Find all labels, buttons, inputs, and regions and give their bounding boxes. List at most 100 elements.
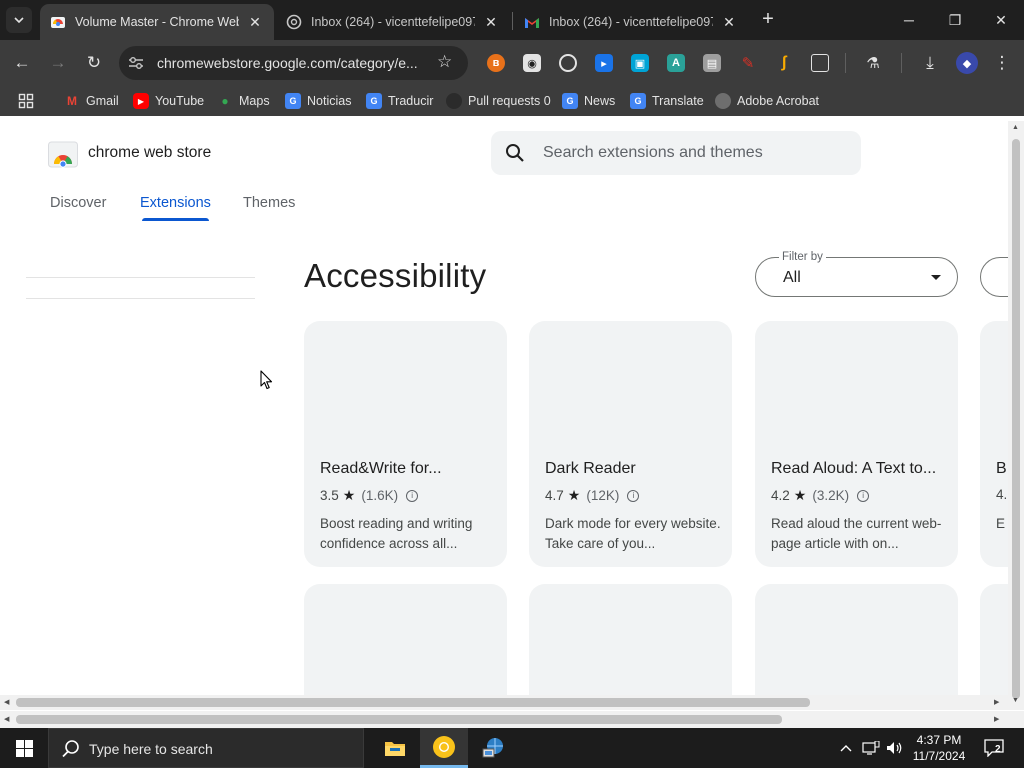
bookmark-translate[interactable]: G Translate: [630, 92, 704, 110]
tab-inbox-2[interactable]: Inbox (264) - vicenttefelipe0976 ✕: [514, 4, 748, 40]
nav-tab-extensions[interactable]: Extensions: [140, 195, 211, 211]
extension-rating: 3.5 ★ (1.6K) i: [320, 487, 419, 504]
scroll-right-arrow-icon[interactable]: ▶: [994, 698, 999, 706]
extension-a-icon[interactable]: A: [667, 54, 685, 72]
download-icon[interactable]: ⤓: [918, 51, 942, 75]
bookmark-star-icon[interactable]: ☆: [437, 52, 452, 72]
clock-date: 11/7/2024: [912, 749, 966, 763]
network-app-button[interactable]: [469, 728, 517, 768]
scroll-left-arrow-icon[interactable]: ◀: [4, 698, 9, 706]
bookmark-news[interactable]: G News: [562, 92, 615, 110]
apps-grid-icon[interactable]: [18, 92, 34, 110]
vertical-scrollbar[interactable]: ▲ ▼: [1008, 121, 1024, 710]
forward-button[interactable]: →: [46, 51, 70, 75]
bookmark-youtube[interactable]: ▶ YouTube: [133, 92, 204, 110]
nav-tab-discover[interactable]: Discover: [50, 195, 106, 211]
extension-rating: 4.2 ★ (3.2K) i: [771, 487, 870, 504]
back-button[interactable]: ←: [10, 51, 34, 75]
extension-description: E ex: [996, 516, 1008, 531]
notification-center-button[interactable]: 2: [980, 728, 1008, 768]
extension-acrobat-icon[interactable]: ✎: [739, 54, 757, 72]
minimize-button[interactable]: ─: [886, 0, 932, 40]
info-icon[interactable]: i: [627, 489, 640, 502]
taskbar-search-box[interactable]: Type here to search: [48, 728, 364, 768]
file-explorer-button[interactable]: [371, 728, 419, 768]
new-tab-button[interactable]: +: [757, 9, 779, 31]
extension-card-read-aloud[interactable]: Read Aloud: A Text to... 4.2 ★ (3.2K) i …: [755, 321, 958, 567]
network-status-icon[interactable]: [860, 728, 882, 768]
show-hidden-icons-chevron-icon[interactable]: [838, 728, 854, 768]
labs-flask-icon[interactable]: ⚗: [864, 54, 882, 72]
folder-icon: [385, 742, 405, 756]
window-horizontal-scroll-thumb[interactable]: [16, 715, 782, 724]
search-icon: [506, 144, 524, 162]
extension-square-icon[interactable]: ▣: [631, 54, 649, 72]
chevron-down-icon: [14, 17, 24, 24]
extension-card-partial[interactable]: B 4. E ex: [980, 321, 1008, 567]
bookmark-traducir[interactable]: G Traducir: [366, 92, 433, 110]
windows-taskbar: Type here to search 4:37 PM 11/7/2024 2: [0, 728, 1024, 768]
profile-avatar[interactable]: ◆: [956, 52, 978, 74]
extension-stack-icon[interactable]: ▤: [703, 54, 721, 72]
tab-close-icon[interactable]: ✕: [481, 12, 501, 32]
chrome-taskbar-button[interactable]: [420, 728, 468, 768]
system-clock[interactable]: 4:37 PM 11/7/2024: [906, 732, 972, 764]
extension-face-icon[interactable]: ◉: [523, 54, 541, 72]
nav-tab-themes[interactable]: Themes: [243, 195, 295, 211]
extension-card-placeholder[interactable]: [529, 584, 732, 695]
menu-icon[interactable]: ⋮: [990, 51, 1014, 75]
info-icon[interactable]: i: [406, 489, 419, 502]
start-button[interactable]: [0, 728, 48, 768]
bookmark-adobe-acrobat[interactable]: Adobe Acrobat: [715, 92, 819, 110]
site-settings-icon[interactable]: [128, 55, 144, 71]
bookmark-gmail[interactable]: M Gmail: [64, 92, 119, 110]
store-brand-name[interactable]: chrome web store: [88, 144, 211, 162]
extensions-puzzle-icon[interactable]: [811, 54, 829, 72]
extension-yellow-icon[interactable]: ʃ: [775, 54, 793, 72]
bookmark-pull-requests[interactable]: Pull requests 0: [446, 92, 551, 110]
scroll-up-arrow-icon[interactable]: ▲: [1012, 124, 1019, 131]
page-horizontal-scroll-thumb[interactable]: [16, 698, 810, 707]
scroll-right-arrow-icon[interactable]: ▶: [994, 715, 999, 723]
gmail-icon: [524, 14, 540, 30]
tab-volume-master[interactable]: Volume Master - Chrome Web ✕: [40, 4, 274, 40]
extension-card-placeholder[interactable]: [980, 584, 1008, 695]
extension-speed-icon[interactable]: [559, 54, 577, 72]
volume-icon[interactable]: [884, 728, 906, 768]
tab-inbox-1[interactable]: Inbox (264) - vicenttefelipe0976 ✕: [276, 4, 510, 40]
restore-button[interactable]: ❐: [932, 0, 978, 40]
tab-close-icon[interactable]: ✕: [719, 12, 739, 32]
extension-orange-icon[interactable]: ʙ: [487, 54, 505, 72]
store-search-box[interactable]: Search extensions and themes: [491, 131, 861, 175]
tab-search-button[interactable]: [6, 7, 32, 33]
extension-card-placeholder[interactable]: [304, 584, 507, 695]
vertical-scroll-thumb[interactable]: [1012, 139, 1020, 699]
extension-card-dark-reader[interactable]: Dark Reader 4.7 ★ (12K) i Dark mode for …: [529, 321, 732, 567]
active-tab-indicator: [142, 218, 209, 221]
google-translate-icon: G: [366, 93, 382, 109]
address-bar[interactable]: chromewebstore.google.com/category/e... …: [119, 46, 468, 80]
google-news-icon: G: [285, 93, 301, 109]
google-news-icon: G: [562, 93, 578, 109]
close-window-button[interactable]: ✕: [978, 0, 1024, 40]
url-text[interactable]: chromewebstore.google.com/category/e...: [157, 55, 422, 71]
rating-value: 4.: [996, 487, 1008, 502]
window-horizontal-scrollbar[interactable]: ◀ ▶: [0, 711, 1024, 728]
bookmark-label: Noticias: [307, 94, 352, 108]
chrome-web-store-logo[interactable]: [48, 140, 78, 168]
star-icon: ★: [793, 487, 807, 503]
sort-dropdown[interactable]: [980, 257, 1008, 297]
scroll-down-arrow-icon[interactable]: ▼: [1012, 697, 1019, 704]
page-horizontal-scrollbar[interactable]: ◀ ▶: [0, 695, 1008, 710]
tab-close-icon[interactable]: ✕: [245, 12, 265, 32]
filter-dropdown[interactable]: Filter by All: [755, 251, 958, 297]
extension-camera-icon[interactable]: ▸: [595, 54, 613, 72]
scroll-left-arrow-icon[interactable]: ◀: [4, 715, 9, 723]
info-icon[interactable]: i: [857, 489, 870, 502]
reload-button[interactable]: ↻: [82, 51, 106, 75]
extension-card-read-write[interactable]: Read&Write for... 3.5 ★ (1.6K) i Boost r…: [304, 321, 507, 567]
extension-card-placeholder[interactable]: [755, 584, 958, 695]
gmail-icon: M: [67, 94, 77, 108]
bookmark-maps[interactable]: ● Maps: [217, 92, 269, 110]
bookmark-noticias[interactable]: G Noticias: [285, 92, 351, 110]
